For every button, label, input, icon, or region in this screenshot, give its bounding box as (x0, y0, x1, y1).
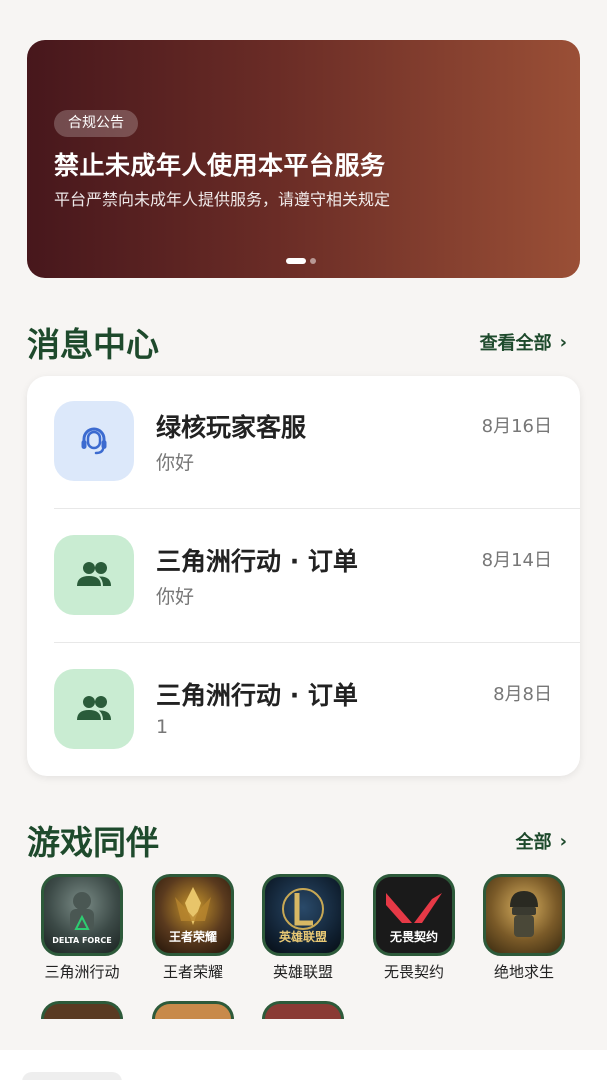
valorant-icon: 无畏契约 (373, 874, 455, 956)
view-all-label: 查看全部 (479, 333, 552, 354)
pubg-icon (483, 874, 565, 956)
game-icon-text: 无畏契约 (389, 930, 438, 944)
game-icon-text: 王者荣耀 (168, 930, 217, 944)
view-all-games-link[interactable]: 全部 › (516, 828, 567, 854)
avatar (54, 669, 134, 749)
banner-subtitle: 平台严禁向未成年人提供服务，请遵守相关规定 (54, 190, 391, 209)
league-of-legends-icon: 英雄联盟 (262, 874, 344, 956)
message-date: 8月8日 (493, 684, 552, 705)
chevron-right-icon: › (559, 830, 567, 852)
bottom-tab-pill[interactable] (22, 1072, 122, 1080)
divider (54, 508, 580, 509)
delta-force-icon: DELTA FORCE (41, 874, 123, 956)
avatar (54, 535, 134, 615)
game-label: 王者荣耀 (162, 963, 223, 981)
message-item-order[interactable]: 三角洲行动 · 订单 你好 8月14日 (27, 510, 580, 643)
game-item-honor-of-kings[interactable]: 王者荣耀 王者荣耀 (143, 874, 243, 982)
game-item-pubg[interactable]: 绝地求生 (474, 874, 574, 982)
announcement-banner[interactable]: 合规公告 禁止未成年人使用本平台服务 平台严禁向未成年人提供服务，请遵守相关规定 (27, 40, 580, 278)
carousel-indicator (286, 258, 316, 264)
game-icon-text: DELTA FORCE (52, 936, 112, 945)
message-item-order[interactable]: 三角洲行动 · 订单 1 8月8日 (27, 644, 580, 777)
game-label: 绝地求生 (493, 963, 554, 981)
message-date: 8月14日 (481, 550, 552, 571)
message-list: 绿核玩家客服 你好 8月16日 三角洲行动 · 订单 你好 8月14日 三角洲行… (27, 376, 580, 776)
message-item-customer-service[interactable]: 绿核玩家客服 你好 8月16日 (27, 376, 580, 509)
game-icon-partial[interactable] (41, 1001, 123, 1019)
game-item-league-of-legends[interactable]: 英雄联盟 英雄联盟 (253, 874, 353, 982)
group-icon (77, 696, 111, 720)
carousel-dot-active (286, 258, 306, 264)
message-sender: 三角洲行动 · 订单 (156, 547, 358, 576)
honor-of-kings-icon: 王者荣耀 (152, 874, 234, 956)
game-icon-partial[interactable] (152, 1001, 234, 1019)
all-games-label: 全部 (515, 832, 552, 853)
headset-icon (81, 427, 107, 455)
game-label: 三角洲行动 (44, 963, 120, 981)
avatar (54, 401, 134, 481)
divider (54, 642, 580, 643)
game-icon-text: 英雄联盟 (278, 930, 327, 944)
message-center-title: 消息中心 (27, 325, 159, 364)
message-sender: 三角洲行动 · 订单 (156, 681, 358, 710)
message-sender: 绿核玩家客服 (156, 413, 307, 442)
game-label: 无畏契约 (383, 963, 444, 981)
group-icon (77, 562, 111, 586)
message-preview: 1 (156, 716, 169, 738)
game-label: 英雄联盟 (272, 963, 333, 981)
game-companions-title: 游戏同伴 (27, 823, 159, 862)
game-item-valorant[interactable]: 无畏契约 无畏契约 (364, 874, 464, 982)
chevron-right-icon: › (559, 331, 567, 353)
message-date: 8月16日 (481, 416, 552, 437)
game-icon-partial[interactable] (262, 1001, 344, 1019)
message-preview: 你好 (156, 586, 195, 608)
message-preview: 你好 (156, 452, 195, 474)
carousel-dot (310, 258, 316, 264)
bottom-bar (0, 1050, 607, 1080)
game-item-delta-force[interactable]: DELTA FORCE 三角洲行动 (32, 874, 132, 982)
banner-title: 禁止未成年人使用本平台服务 (54, 151, 386, 180)
view-all-messages-link[interactable]: 查看全部 › (480, 329, 567, 355)
banner-badge: 合规公告 (54, 110, 138, 137)
